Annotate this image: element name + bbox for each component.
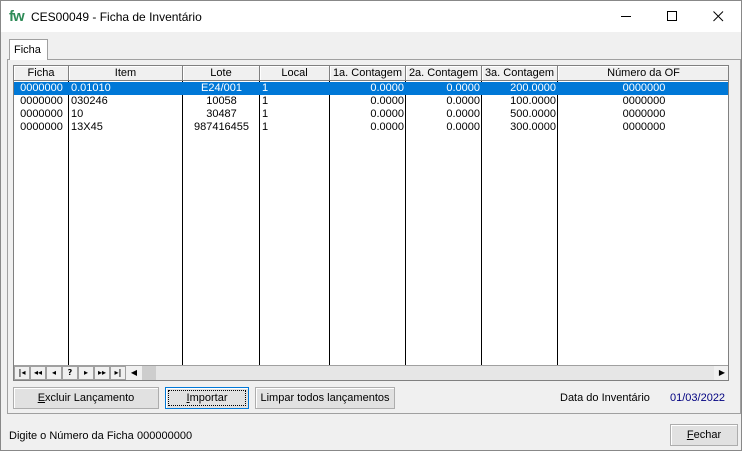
tab-ficha[interactable]: Ficha — [9, 39, 48, 60]
importar-label: mportar — [189, 392, 228, 404]
nav-prev-page-button[interactable]: ◂◂ — [30, 366, 46, 380]
close-button[interactable] — [695, 1, 741, 32]
table-row[interactable]: 0000000 13X45 987416455 1 0.0000 0.0000 300.00… — [14, 121, 728, 134]
grid-navigator: |◂ ◂◂ ◂ ? ▸ ▸▸ ▸| ◀ ▶ — [14, 365, 728, 380]
cell-item: 10 — [71, 108, 84, 120]
cell-ficha: 0000000 — [20, 82, 63, 94]
cell-ficha: 0000000 — [20, 108, 63, 120]
column-header-contagem-1[interactable]: 1a. Contagem — [330, 66, 406, 81]
column-header-contagem-3[interactable]: 3a. Contagem — [482, 66, 558, 81]
ficha-number-label: Digite o Número da Ficha — [9, 430, 134, 442]
grid-header: Ficha Item Lote Local 1a. Contagem 2a. Contag… — [14, 66, 728, 81]
cell-numero-of: 0000000 — [622, 82, 666, 94]
inventory-date-value: 01/03/2022 — [670, 392, 726, 404]
cell-contagem-2: 0.0000 — [446, 95, 480, 107]
cell-contagem-2: 0.0000 — [446, 82, 480, 94]
cell-contagem-1: 0.0000 — [370, 108, 404, 120]
cell-item: 030246 — [71, 95, 108, 107]
nav-next-button[interactable]: ▸ — [78, 366, 94, 380]
excluir-lancamento-button[interactable]: Excluir Lançamento — [13, 387, 159, 409]
maximize-button[interactable] — [649, 1, 695, 32]
cell-contagem-3: 100.0000 — [510, 95, 556, 107]
cell-numero-of: 0000000 — [622, 95, 666, 107]
column-header-lote[interactable]: Lote — [183, 66, 260, 81]
cell-lote: 10058 — [206, 95, 237, 107]
cell-lote: 30487 — [206, 108, 237, 120]
close-icon — [712, 11, 723, 22]
inventory-window: fw CES00049 - Ficha de Inventário Ficha … — [0, 0, 742, 451]
cell-contagem-3: 500.0000 — [510, 108, 556, 120]
column-header-contagem-2[interactable]: 2a. Contagem — [406, 66, 482, 81]
cell-lote: E24/001 — [201, 82, 242, 94]
cell-local: 1 — [262, 121, 269, 133]
inventory-grid[interactable]: Ficha Item Lote Local 1a. Contagem 2a. Contag… — [13, 65, 729, 381]
column-header-numero-of[interactable]: Número da OF — [558, 66, 728, 81]
fechar-accel: F — [686, 429, 694, 441]
window-title: CES00049 - Ficha de Inventário — [31, 10, 202, 24]
column-header-local[interactable]: Local — [260, 66, 330, 81]
cell-local: 1 — [262, 108, 269, 120]
cell-contagem-3: 200.0000 — [510, 82, 556, 94]
inventory-date-label: Data do Inventário — [560, 392, 650, 404]
title-bar[interactable]: fw CES00049 - Ficha de Inventário — [1, 1, 741, 32]
app-logo-icon: fw — [9, 8, 25, 25]
importar-button[interactable]: Importar — [165, 387, 249, 409]
minimize-button[interactable] — [603, 1, 649, 32]
nav-search-button[interactable]: ? — [62, 366, 78, 380]
cell-contagem-3: 300.0000 — [510, 121, 556, 133]
ficha-number-value[interactable]: 000000000 — [137, 430, 192, 442]
cell-numero-of: 0000000 — [622, 108, 666, 120]
table-row[interactable]: 0000000 030246 10058 1 0.0000 0.0000 100.0000 0… — [14, 95, 728, 108]
cell-local: 1 — [262, 95, 269, 107]
fechar-label: echar — [693, 429, 722, 441]
cell-item: 13X45 — [71, 121, 103, 133]
limpar-lancamentos-button[interactable]: Limpar todos lançamentos — [255, 387, 395, 409]
horizontal-scrollbar[interactable]: ◀ ▶ — [126, 366, 728, 380]
cell-ficha: 0000000 — [20, 121, 63, 133]
scroll-left-icon[interactable]: ◀ — [126, 366, 142, 380]
table-row[interactable]: 0000000 10 30487 1 0.0000 0.0000 500.0000 00000… — [14, 108, 728, 121]
fechar-button[interactable]: Fechar — [670, 424, 738, 446]
scroll-right-icon[interactable]: ▶ — [714, 366, 728, 380]
excluir-accel: E — [37, 392, 46, 404]
column-header-item[interactable]: Item — [69, 66, 183, 81]
nav-last-button[interactable]: ▸| — [110, 366, 126, 380]
minimize-icon — [620, 16, 631, 17]
maximize-icon — [666, 11, 677, 21]
excluir-label: xcluir Lançamento — [45, 392, 135, 404]
column-header-ficha[interactable]: Ficha — [14, 66, 69, 81]
cell-contagem-1: 0.0000 — [370, 121, 404, 133]
table-row[interactable]: 0000000 0.01010 E24/001 1 0.0000 0.0000 200.00… — [14, 82, 728, 95]
nav-prev-button[interactable]: ◂ — [46, 366, 62, 380]
nav-first-button[interactable]: |◂ — [14, 366, 30, 380]
cell-ficha: 0000000 — [20, 95, 63, 107]
grid-rows: 0000000 0.01010 E24/001 1 0.0000 0.0000 200.00… — [14, 82, 728, 134]
cell-numero-of: 0000000 — [622, 121, 666, 133]
cell-lote: 987416455 — [193, 121, 250, 133]
scroll-thumb[interactable] — [142, 366, 156, 380]
nav-next-page-button[interactable]: ▸▸ — [94, 366, 110, 380]
cell-local: 1 — [262, 82, 269, 94]
cell-contagem-1: 0.0000 — [370, 95, 404, 107]
cell-contagem-1: 0.0000 — [370, 82, 404, 94]
cell-contagem-2: 0.0000 — [446, 121, 480, 133]
cell-contagem-2: 0.0000 — [446, 108, 480, 120]
cell-item: 0.01010 — [71, 82, 111, 94]
